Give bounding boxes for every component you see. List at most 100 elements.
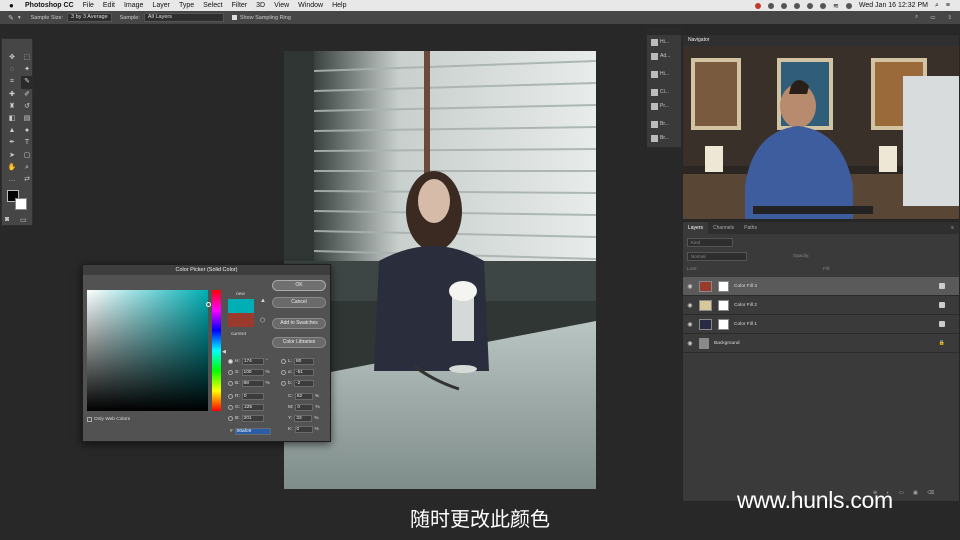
dock-clone-source[interactable]: Cl... <box>647 85 681 99</box>
panel-menu-icon[interactable]: ≡ <box>946 225 959 231</box>
brightness-radio[interactable] <box>228 381 233 386</box>
shape-tool-icon[interactable]: ▢ <box>21 150 33 162</box>
k-field[interactable]: 0 <box>294 426 313 433</box>
dock-adjustments[interactable]: Ad... <box>647 49 681 63</box>
blend-mode-select[interactable]: Normal <box>687 252 747 261</box>
blur-tool-icon[interactable]: ▲ <box>6 125 18 137</box>
tab-paths[interactable]: Paths <box>739 225 762 231</box>
navigator-tab[interactable]: Navigator <box>683 35 959 46</box>
layer-style-icon[interactable] <box>939 302 945 308</box>
menu-help[interactable]: Help <box>332 2 346 9</box>
marquee-tool-icon[interactable]: ⬚ <box>21 52 33 64</box>
color-field[interactable] <box>87 290 211 411</box>
dock-properties[interactable]: Pr... <box>647 99 681 113</box>
dock-brush-settings[interactable]: Br... <box>647 131 681 145</box>
hand-tool-icon[interactable]: ✋ <box>6 162 18 174</box>
green-radio[interactable] <box>228 405 233 410</box>
layer-thumbnail[interactable] <box>699 337 709 349</box>
dropbox-icon[interactable] <box>767 2 774 9</box>
layer-mask-thumbnail[interactable] <box>718 280 729 292</box>
layer-mask-thumbnail[interactable] <box>718 318 729 330</box>
g-field[interactable]: 225 <box>242 404 265 411</box>
layer-row-color-fill-3[interactable]: ◉ Color Fill 3 <box>683 277 959 296</box>
tab-channels[interactable]: Channels <box>708 225 739 231</box>
bluetooth-icon[interactable] <box>806 2 813 9</box>
saturation-radio[interactable] <box>228 370 233 375</box>
h-field[interactable]: 174 <box>241 358 264 365</box>
eyedropper-icon[interactable]: ✎ <box>8 14 14 22</box>
workspace-icon[interactable]: ▭ <box>930 15 935 21</box>
hue-radio[interactable] <box>228 359 233 364</box>
ok-button[interactable]: OK <box>272 280 326 291</box>
apple-icon[interactable]: ● <box>9 1 19 10</box>
color-field-cursor[interactable] <box>206 302 211 307</box>
layer-row-color-fill-1[interactable]: ◉ Color Fill 1 <box>683 315 959 334</box>
sample-select[interactable]: All Layers <box>143 13 224 22</box>
visibility-eye-icon[interactable]: ◉ <box>683 302 697 309</box>
display-icon[interactable] <box>793 2 800 9</box>
layer-style-icon[interactable] <box>939 321 945 327</box>
tab-layers[interactable]: Layers <box>683 222 709 234</box>
zoom-tool-icon[interactable]: ⌕ <box>21 162 33 174</box>
wifi-icon[interactable]: ≋ <box>833 2 839 10</box>
path-select-tool-icon[interactable]: ➤ <box>6 150 18 162</box>
dock-history[interactable]: Hi... <box>647 35 681 49</box>
l-field[interactable]: 80 <box>294 358 315 365</box>
web-safe-cube-icon[interactable]: ⬡ <box>260 317 265 324</box>
menu-image[interactable]: Image <box>124 2 143 9</box>
s-field[interactable]: 100 <box>241 369 264 376</box>
layer-name[interactable]: Color Fill 3 <box>734 284 757 289</box>
gradient-tool-icon[interactable]: ▤ <box>21 113 33 125</box>
background-color-swatch[interactable] <box>15 198 27 210</box>
menu-layer[interactable]: Layer <box>152 2 170 9</box>
visibility-eye-icon[interactable]: ◉ <box>683 340 697 347</box>
m-field[interactable]: 0 <box>295 404 314 411</box>
layer-thumbnail[interactable] <box>699 318 712 330</box>
crop-tool-icon[interactable]: ⌗ <box>6 76 18 88</box>
healing-tool-icon[interactable]: ✚ <box>6 89 18 101</box>
layer-mask-thumbnail[interactable] <box>718 299 729 311</box>
status-app-icon[interactable] <box>754 2 761 9</box>
eraser-tool-icon[interactable]: ◧ <box>6 113 18 125</box>
pen-tool-icon[interactable]: ✒ <box>6 137 18 149</box>
only-web-colors-checkbox[interactable] <box>87 417 92 422</box>
layer-style-icon[interactable] <box>939 283 945 289</box>
battery-icon[interactable] <box>845 2 852 9</box>
dock-brushes[interactable]: Br... <box>647 117 681 131</box>
tool-preset-chevron-icon[interactable]: ▾ <box>18 15 21 21</box>
volume-icon[interactable] <box>819 2 826 9</box>
lock-icon[interactable]: 🔒 <box>939 340 945 346</box>
l-radio[interactable] <box>281 359 286 364</box>
add-to-swatches-button[interactable]: Add to Swatches <box>272 318 326 329</box>
search-icon[interactable]: ⌕ <box>915 14 918 21</box>
lasso-tool-icon[interactable]: ◌ <box>6 64 18 76</box>
menu-edit[interactable]: Edit <box>103 2 115 9</box>
menu-view[interactable]: View <box>274 2 289 9</box>
c-field[interactable]: 62 <box>294 393 313 400</box>
r-field[interactable]: 0 <box>241 393 264 400</box>
layer-thumbnail[interactable] <box>699 299 712 311</box>
stamp-tool-icon[interactable]: ♜ <box>6 101 18 113</box>
clock[interactable]: Wed Jan 16 12:32 PM <box>859 2 928 9</box>
hue-slider-handle[interactable]: ◀ <box>222 349 226 355</box>
y-field[interactable]: 33 <box>294 415 313 422</box>
layer-row-color-fill-2[interactable]: ◉ Color Fill 2 <box>683 296 959 315</box>
filter-kind-select[interactable]: Kind <box>687 238 733 247</box>
menu-window[interactable]: Window <box>298 2 323 9</box>
menu-3d[interactable]: 3D <box>256 2 265 9</box>
type-tool-icon[interactable]: T <box>21 137 33 149</box>
b-field[interactable]: 88 <box>241 380 264 387</box>
blue-field[interactable]: 201 <box>241 415 264 422</box>
history-brush-icon[interactable]: ↺ <box>21 101 33 113</box>
red-radio[interactable] <box>228 394 233 399</box>
menu-filter[interactable]: Filter <box>232 2 248 9</box>
b-lab-radio[interactable] <box>281 381 286 386</box>
move-tool-icon[interactable]: ✥ <box>6 52 18 64</box>
blue-radio[interactable] <box>228 416 233 421</box>
a-field[interactable]: -51 <box>294 369 315 376</box>
visibility-eye-icon[interactable]: ◉ <box>683 283 697 290</box>
layer-name[interactable]: Color Fill 2 <box>734 303 757 308</box>
gamut-warning-icon[interactable]: ▲ <box>260 298 266 304</box>
sample-size-select[interactable]: 3 by 3 Average <box>67 13 112 22</box>
magic-wand-tool-icon[interactable]: ✦ <box>21 64 33 76</box>
